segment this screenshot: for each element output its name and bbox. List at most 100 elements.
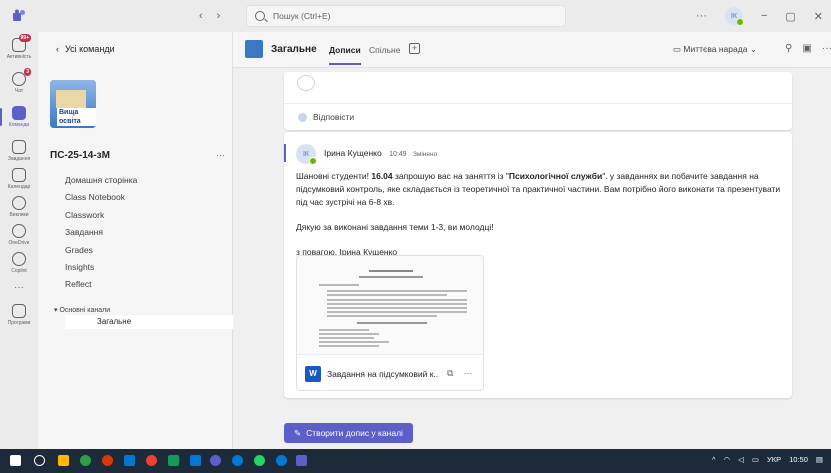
rail-item-copilot[interactable]: Copilot: [0, 252, 38, 274]
notifications-icon[interactable]: ▤: [816, 455, 823, 464]
reply-avatar-icon: [298, 112, 307, 122]
channels-header-label: Основні канали: [59, 307, 111, 314]
more-options-icon[interactable]: ···: [696, 10, 707, 22]
clock[interactable]: 10:50: [789, 455, 808, 464]
back-label: Усі команди: [65, 44, 115, 54]
chrome-icon[interactable]: [102, 455, 113, 466]
language-indicator[interactable]: УКР: [767, 455, 781, 464]
team-nav-grades[interactable]: Grades: [65, 245, 137, 261]
channel-team-icon: [245, 40, 263, 58]
battery-icon[interactable]: ▭: [752, 455, 759, 464]
team-nav-assignments[interactable]: Завдання: [65, 227, 137, 243]
phone-icon: [12, 196, 26, 210]
new-post-label: Створити допис у каналі: [306, 428, 403, 438]
team-nav-reflect[interactable]: Reflect: [65, 279, 137, 295]
tab-shared[interactable]: Спільне: [369, 45, 400, 55]
reply-button[interactable]: Відповісти: [284, 103, 792, 122]
rail-label: Завдання: [7, 156, 31, 162]
search-input[interactable]: Пошук (Ctrl+E): [246, 5, 566, 27]
rail-item-chat[interactable]: 3 Чат: [0, 68, 38, 94]
info-icon[interactable]: ▣: [802, 43, 811, 54]
edge-icon[interactable]: [276, 455, 287, 466]
all-teams-back-button[interactable]: ‹ Усі команди: [56, 44, 115, 54]
search-icon: [255, 11, 265, 21]
post-paragraph: Шановні студенти! 16.04 запрошую вас на …: [296, 171, 781, 207]
channels-section-header[interactable]: ▾ Основні канали: [54, 306, 110, 314]
add-tab-icon[interactable]: +: [409, 43, 420, 54]
search-icon[interactable]: ⚲: [785, 43, 792, 54]
avatar[interactable]: ІК: [724, 7, 744, 26]
app-icon[interactable]: [210, 455, 221, 466]
store-icon[interactable]: [124, 455, 135, 466]
previous-post-card: Відповісти: [284, 72, 792, 130]
avatar[interactable]: ІК: [296, 144, 317, 165]
team-nav-classwork[interactable]: Classwork: [65, 210, 137, 226]
team-nav-insights[interactable]: Insights: [65, 262, 137, 278]
more-options-icon[interactable]: ···: [463, 368, 472, 379]
calendar-icon: [12, 168, 26, 182]
team-logo-text: Вища освіта: [57, 108, 96, 126]
volume-icon[interactable]: ◁: [738, 455, 744, 464]
search-placeholder: Пошук (Ctrl+E): [273, 11, 331, 21]
rail-label: Виклики: [9, 212, 29, 218]
search-icon[interactable]: [34, 455, 45, 466]
post-accent-bar: [284, 144, 286, 162]
forward-arrow-icon[interactable]: ›: [217, 10, 221, 22]
app-icon[interactable]: [232, 455, 243, 466]
open-in-icon[interactable]: ⧉: [447, 368, 453, 379]
rail-item-onedrive[interactable]: OneDrive: [0, 224, 38, 246]
channel-header: Загальне Дописи Спільне + ▭ Миттєва нара…: [233, 32, 831, 68]
rail-label: Календар: [7, 184, 31, 190]
team-more-icon[interactable]: ···: [216, 150, 225, 160]
apps-icon: [12, 304, 26, 318]
minimize-icon[interactable]: −: [761, 10, 767, 22]
team-name: ПС-25-14-зМ: [50, 150, 110, 161]
compose-icon: ✎: [294, 427, 302, 438]
chat-icon: 3: [12, 68, 31, 86]
rail-label: Активність: [6, 54, 32, 60]
rail-item-more[interactable]: ···: [0, 282, 38, 293]
back-arrow-icon[interactable]: ‹: [199, 10, 203, 22]
post-author[interactable]: Ірина Кущенко: [324, 148, 382, 158]
reply-label: Відповісти: [313, 112, 355, 122]
close-icon[interactable]: ✕: [814, 10, 823, 23]
windows-start-icon[interactable]: [10, 455, 21, 466]
whatsapp-icon[interactable]: [254, 455, 265, 466]
rail-item-assignments[interactable]: Завдання: [0, 140, 38, 162]
channel-item-general[interactable]: Загальне: [65, 315, 233, 329]
tab-posts[interactable]: Дописи: [329, 45, 361, 65]
wifi-icon[interactable]: ◠: [724, 455, 731, 464]
meet-now-button[interactable]: ▭ Миттєва нарада ⌄: [673, 44, 757, 55]
rail-item-calendar[interactable]: Календар: [0, 168, 38, 190]
rail-item-apps[interactable]: Програми: [0, 304, 38, 326]
attachment-card[interactable]: W Завдання на підсумковий к... ⧉ ···: [296, 255, 484, 391]
restore-icon[interactable]: ▢: [785, 10, 795, 23]
attachment-name[interactable]: Завдання на підсумковий к...: [327, 369, 439, 379]
rail-item-activity[interactable]: 99+ Активність: [0, 34, 38, 60]
more-options-icon[interactable]: ···: [822, 43, 831, 54]
teams-taskbar-icon[interactable]: [296, 455, 307, 466]
channel-main: Загальне Дописи Спільне + ▭ Миттєва нара…: [233, 32, 831, 449]
activity-badge: 99+: [18, 34, 31, 42]
rail-item-calls[interactable]: Виклики: [0, 196, 38, 218]
app-rail: 99+ Активність 3 Чат Команди Завдання Ка…: [0, 32, 38, 449]
rail-label: Copilot: [11, 268, 27, 274]
chevron-up-icon[interactable]: ^: [712, 455, 716, 464]
post-card: ІК Ірина Кущенко 10:49 Змінено Шановні с…: [284, 132, 792, 398]
app-icon[interactable]: [168, 455, 179, 466]
document-preview: [297, 256, 483, 354]
new-post-button[interactable]: ✎ Створити допис у каналі: [284, 423, 413, 443]
chat-badge: 3: [24, 68, 31, 76]
meet-label: Миттєва нарада: [683, 44, 748, 54]
rail-item-teams[interactable]: Команди: [0, 106, 38, 128]
app-icon[interactable]: [146, 455, 157, 466]
windows-taskbar: ^ ◠ ◁ ▭ УКР 10:50 ▤: [0, 449, 831, 473]
file-explorer-icon[interactable]: [58, 455, 69, 466]
app-icon[interactable]: [190, 455, 201, 466]
post-header: Ірина Кущенко 10:49 Змінено: [324, 148, 437, 158]
channel-title: Загальне: [271, 44, 317, 55]
team-nav-class-notebook[interactable]: Class Notebook: [65, 192, 137, 208]
team-nav-home[interactable]: Домашня сторінка: [65, 175, 137, 191]
reaction-icon[interactable]: [297, 75, 315, 91]
browser-icon[interactable]: [80, 455, 91, 466]
